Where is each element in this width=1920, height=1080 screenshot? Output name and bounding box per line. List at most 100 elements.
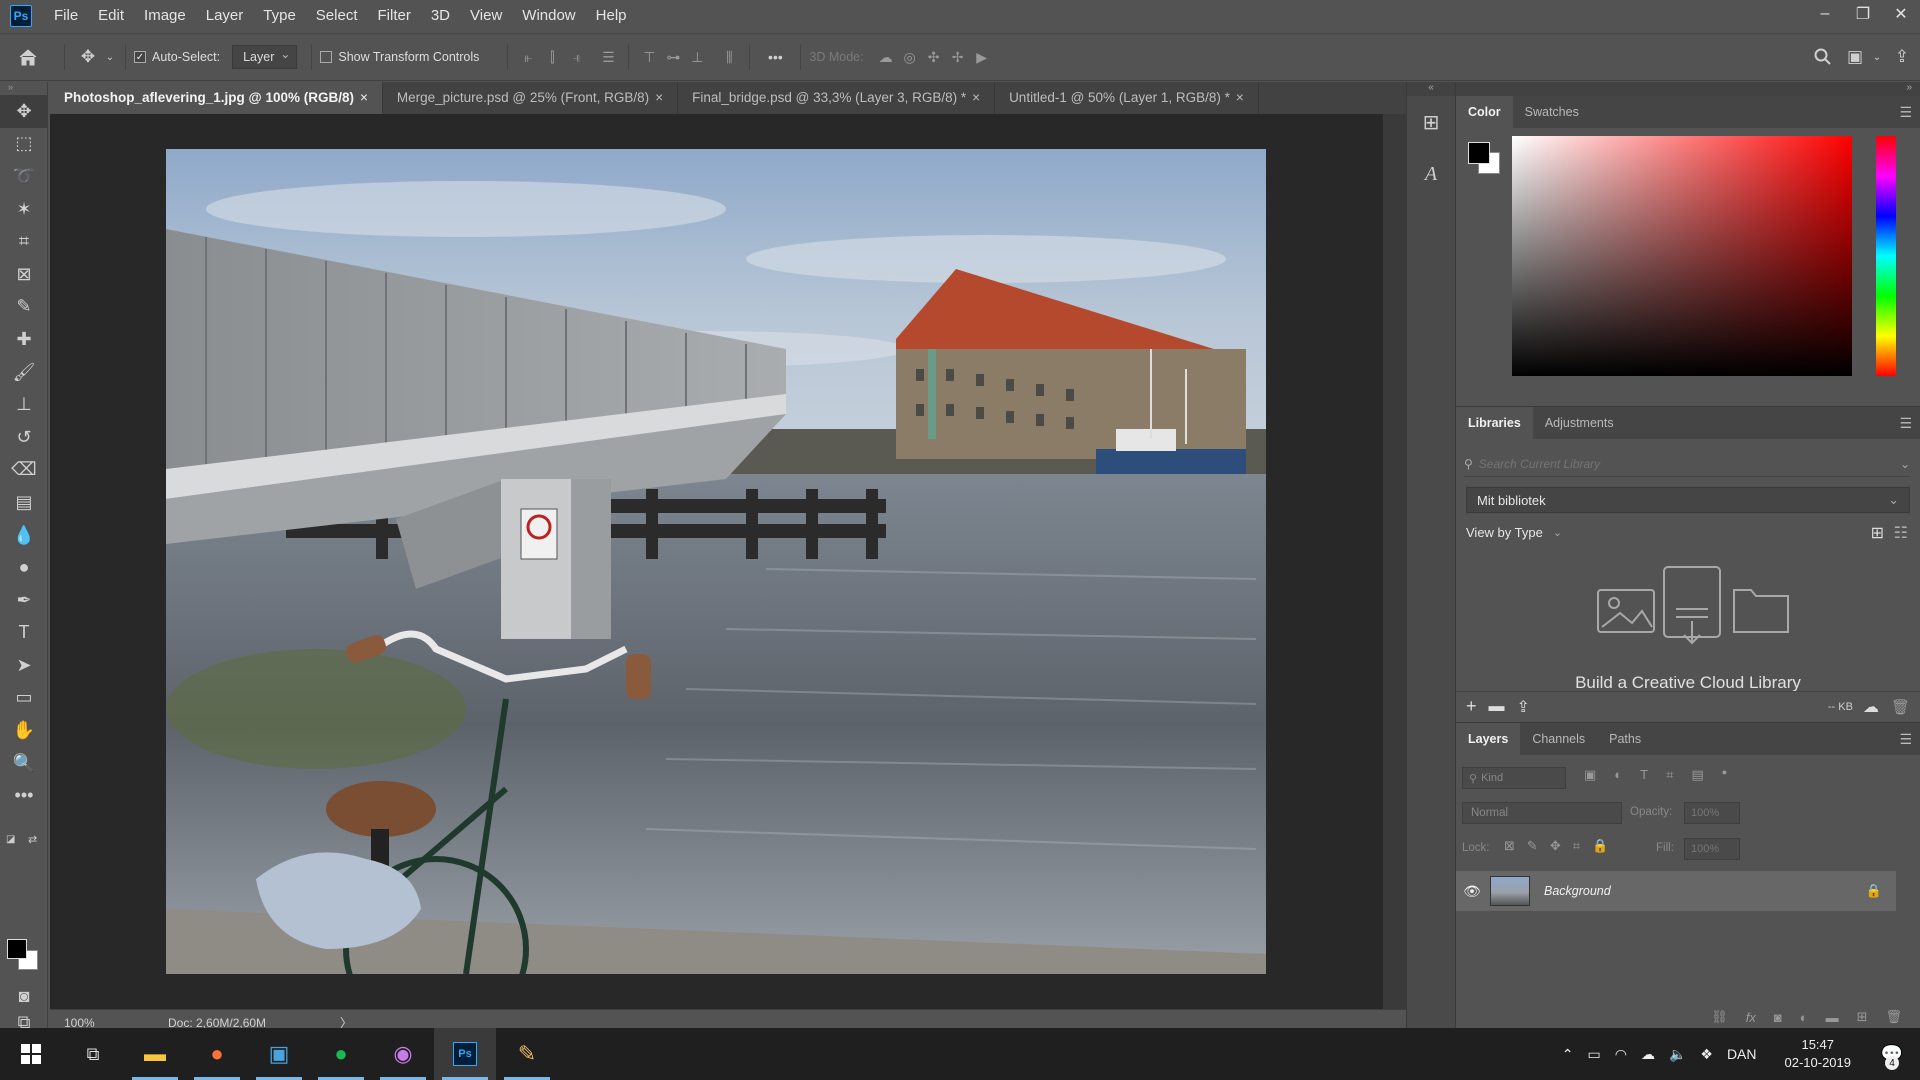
lasso-tool-icon[interactable]: ➰ (0, 160, 48, 193)
tab-swatches[interactable]: Swatches (1513, 96, 1591, 128)
menu-edit[interactable]: Edit (88, 0, 134, 32)
tab-document-1[interactable]: Photoshop_aflevering_1.jpg @ 100% (RGB/8… (50, 82, 383, 114)
menu-3d[interactable]: 3D (421, 0, 460, 32)
menu-file[interactable]: File (44, 0, 88, 32)
hand-tool-icon[interactable]: ✋ (0, 714, 48, 747)
color-field[interactable] (1512, 136, 1852, 376)
library-search-input[interactable] (1478, 456, 1859, 471)
notifications-icon[interactable]: 💬 4 (1872, 1028, 1912, 1080)
file-explorer-icon[interactable]: ▬ (124, 1028, 186, 1080)
foreground-color-swatch[interactable] (7, 939, 27, 959)
swap-colors-icon[interactable]: ⇄ (28, 833, 37, 846)
3d-camera-icon[interactable]: ▶ (970, 45, 994, 69)
3d-pan-icon[interactable]: ✣ (922, 45, 946, 69)
eraser-tool-icon[interactable]: ⌫ (0, 454, 48, 487)
filter-smart-object-icon[interactable]: ▤ (1691, 767, 1703, 783)
pen-tool-icon[interactable]: ✒ (0, 584, 48, 617)
gradient-tool-icon[interactable]: ▤ (0, 486, 48, 519)
firefox-icon[interactable]: ● (186, 1028, 248, 1080)
add-icon[interactable]: + (1466, 696, 1477, 717)
marquee-tool-icon[interactable]: ⬚ (0, 128, 48, 161)
menu-select[interactable]: Select (306, 0, 368, 32)
close-tab-icon[interactable]: × (1236, 90, 1244, 105)
layer-row[interactable]: 👁 Background 🔒 (1456, 871, 1896, 911)
tab-libraries[interactable]: Libraries (1456, 407, 1533, 439)
crop-tool-icon[interactable]: ⌗ (0, 225, 48, 258)
folder-icon[interactable]: ▬ (1489, 698, 1505, 716)
align-middle-icon[interactable]: ⊶ (661, 45, 685, 69)
move-tool-icon[interactable]: ✥ (0, 95, 48, 128)
wifi-icon[interactable]: ◠ (1615, 1046, 1627, 1063)
properties-panel-icon[interactable]: ⊞ (1407, 96, 1455, 148)
share-icon[interactable]: ⇪ (1884, 47, 1920, 67)
panel-menu-icon[interactable]: ☰ (1899, 731, 1912, 748)
lock-position-icon[interactable]: ✥ (1550, 838, 1561, 854)
magic-wand-tool-icon[interactable]: ✶ (0, 193, 48, 226)
type-tool-icon[interactable]: T (0, 617, 48, 650)
cloud-icon[interactable]: ☁ (1863, 697, 1879, 717)
more-options-icon[interactable]: ••• (758, 49, 792, 65)
menu-help[interactable]: Help (586, 0, 637, 32)
search-icon[interactable] (1806, 48, 1840, 66)
minimize-button[interactable]: – (1806, 0, 1844, 28)
workspace-chevron-icon[interactable]: ⌄ (1870, 52, 1884, 63)
opacity-input[interactable]: 100% (1684, 802, 1740, 824)
tab-adjustments[interactable]: Adjustments (1533, 407, 1626, 439)
collapse-arrows-icon[interactable]: » (0, 82, 47, 95)
close-window-button[interactable]: ✕ (1882, 0, 1920, 28)
filter-shape-icon[interactable]: ⌗ (1666, 767, 1673, 783)
paint-app-icon[interactable]: ✎ (496, 1028, 558, 1080)
blend-mode-dropdown[interactable]: Normal (1462, 802, 1622, 824)
blur-tool-icon[interactable]: 💧 (0, 519, 48, 552)
tab-paths[interactable]: Paths (1597, 723, 1653, 755)
filter-type-icon[interactable]: T (1640, 767, 1648, 783)
close-tab-icon[interactable]: × (360, 90, 368, 105)
link-layers-icon[interactable]: ⛓ (1711, 1009, 1728, 1025)
lock-transparent-icon[interactable]: ⊠ (1504, 838, 1515, 854)
3d-orbit-icon[interactable]: ☁ (874, 45, 898, 69)
menu-image[interactable]: Image (134, 0, 196, 32)
trash-icon[interactable]: 🗑 (1891, 698, 1910, 716)
distribute-icon[interactable]: ☰ (596, 45, 620, 69)
3d-slide-icon[interactable]: ✢ (946, 45, 970, 69)
close-tab-icon[interactable]: × (972, 90, 980, 105)
upload-icon[interactable]: ⇪ (1517, 697, 1530, 717)
delete-layer-icon[interactable]: 🗑 (1885, 1009, 1902, 1025)
onedrive-cloud-icon[interactable]: ☁ (1641, 1046, 1655, 1063)
home-icon[interactable] (0, 48, 56, 66)
menu-window[interactable]: Window (512, 0, 585, 32)
edit-toolbar-icon[interactable]: ••• (0, 779, 48, 812)
collapse-arrows-icon[interactable]: « (1407, 82, 1455, 96)
show-hidden-icons-icon[interactable]: ⌃ (1562, 1046, 1574, 1063)
vertical-scrollbar[interactable] (1383, 114, 1406, 1009)
document-image[interactable] (166, 149, 1266, 974)
collapse-arrows-icon[interactable]: » (1456, 82, 1920, 96)
windows-start-icon[interactable] (0, 1028, 62, 1080)
default-colors-icon[interactable]: ◪ (6, 834, 15, 845)
lock-pixels-icon[interactable]: ✎ (1527, 838, 1538, 854)
list-view-icon[interactable]: ☷ (1894, 523, 1908, 543)
frame-tool-icon[interactable]: ⊠ (0, 258, 48, 291)
panel-menu-icon[interactable]: ☰ (1899, 104, 1912, 121)
new-layer-icon[interactable]: ⊞ (1857, 1009, 1868, 1025)
task-view-icon[interactable]: ⧉ (62, 1028, 124, 1080)
history-brush-tool-icon[interactable]: ↺ (0, 421, 48, 454)
quick-mask-icon[interactable]: ◙ (0, 980, 48, 1013)
rectangle-tool-icon[interactable]: ▭ (0, 682, 48, 715)
tab-layers[interactable]: Layers (1456, 723, 1521, 755)
lock-all-icon[interactable]: 🔒 (1592, 838, 1608, 854)
eyedropper-tool-icon[interactable]: ✎ (0, 291, 48, 324)
show-transform-checkbox[interactable] (320, 51, 333, 63)
panel-menu-icon[interactable]: ☰ (1899, 415, 1912, 432)
layer-style-icon[interactable]: fx (1746, 1010, 1756, 1025)
hue-slider[interactable] (1876, 136, 1896, 376)
language-indicator[interactable]: DAN (1727, 1046, 1757, 1062)
restore-button[interactable]: ❐ (1844, 0, 1882, 28)
menu-layer[interactable]: Layer (196, 0, 254, 32)
tab-document-2[interactable]: Merge_picture.psd @ 25% (Front, RGB/8) × (383, 82, 679, 114)
align-top-icon[interactable]: ⊤ (637, 45, 661, 69)
add-mask-icon[interactable]: ◙ (1774, 1010, 1782, 1025)
photoshop-taskbar-icon[interactable]: Ps (434, 1028, 496, 1080)
distribute-vertical-icon[interactable]: ⫼ (717, 45, 741, 69)
grid-view-icon[interactable]: ⊞ (1871, 523, 1884, 543)
